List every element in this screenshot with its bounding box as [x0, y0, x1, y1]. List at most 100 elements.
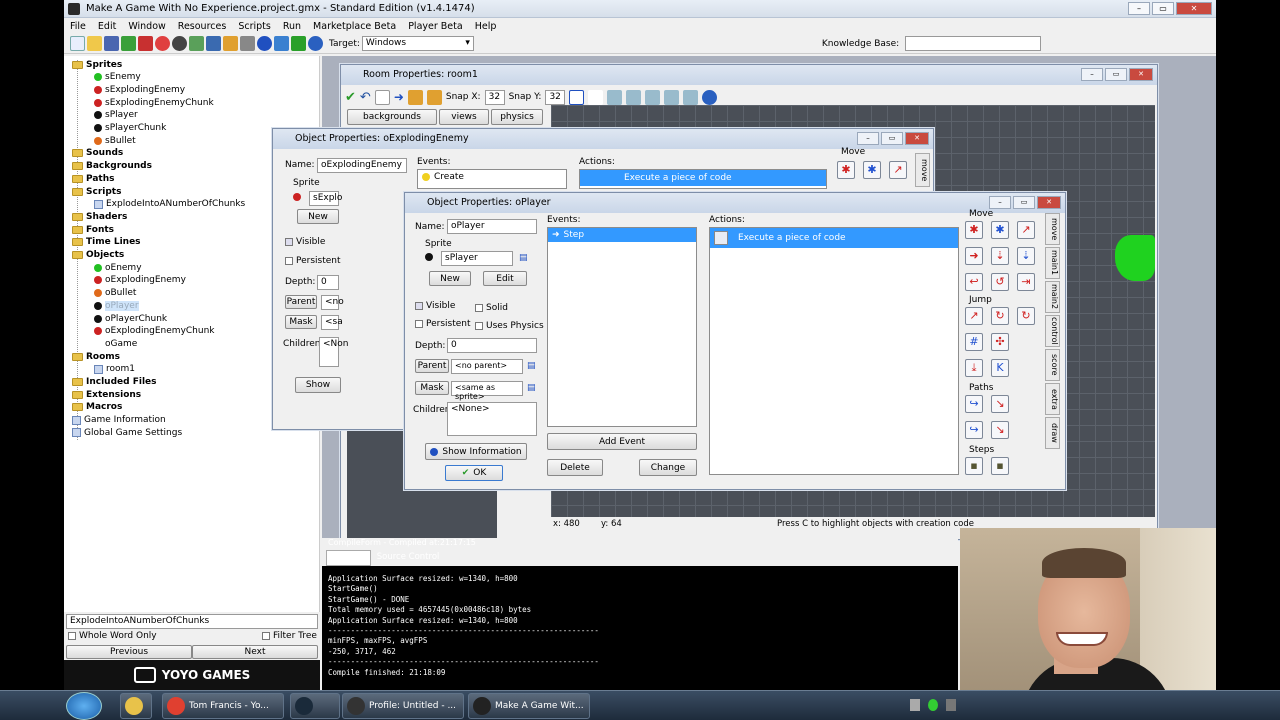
action-item[interactable]: Execute a piece of code	[580, 170, 826, 186]
tree-folder[interactable]: Sounds	[72, 147, 123, 160]
minimize-button[interactable]: –	[989, 196, 1011, 209]
visible-checkbox[interactable]: Visible	[285, 237, 325, 247]
action-icon[interactable]: ⇣	[1017, 247, 1035, 265]
new-sprite-button[interactable]: New	[297, 209, 339, 224]
action-icon[interactable]: ↗	[1017, 221, 1035, 239]
shift-icon[interactable]: ➜	[394, 90, 404, 104]
close-button[interactable]: ✕	[1037, 196, 1061, 209]
tree-item[interactable]: oEnemy	[94, 261, 142, 274]
tree-folder[interactable]: Rooms	[72, 350, 120, 363]
tree-item[interactable]: oPlayer	[94, 299, 139, 312]
tab-move[interactable]: move	[1045, 213, 1060, 245]
minimize-button[interactable]: –	[1081, 68, 1103, 81]
room-icon[interactable]	[274, 36, 289, 51]
new-sprite-button[interactable]: New	[429, 271, 471, 286]
tab-extra[interactable]: extra	[1045, 383, 1060, 415]
parent-select[interactable]: <no	[321, 295, 344, 310]
close-button[interactable]: ✕	[905, 132, 929, 145]
menu-item-scripts[interactable]: Scripts	[238, 21, 271, 32]
next-button[interactable]: Next	[192, 645, 318, 659]
whole-word-checkbox[interactable]: Whole Word Only	[68, 631, 157, 641]
move-towards-icon[interactable]: ↗	[889, 161, 907, 179]
help-icon[interactable]	[308, 36, 323, 51]
sprite-select[interactable]: sExplo	[309, 191, 342, 206]
taskbar-chrome-button[interactable]: Tom Francis - Yo...	[162, 693, 284, 719]
checkmark-icon[interactable]: ✔	[345, 90, 356, 105]
tree-folder[interactable]: Extensions	[72, 388, 141, 401]
tree-item[interactable]: sPlayer	[94, 109, 138, 122]
undo-icon[interactable]: ↶	[360, 90, 371, 105]
ok-button[interactable]: ✔ OK	[445, 465, 503, 481]
move-fixed-icon[interactable]: ✱	[837, 161, 855, 179]
run-icon[interactable]	[121, 36, 136, 51]
tree-folder[interactable]: Time Lines	[72, 236, 141, 249]
tree-item[interactable]: Game Information	[72, 414, 166, 427]
sprite-menu-icon[interactable]: ▤	[519, 253, 528, 263]
tab-backgrounds[interactable]: backgrounds	[347, 109, 437, 125]
snap-y-input[interactable]: 32	[545, 89, 566, 105]
tree-item[interactable]: oPlayerChunk	[94, 312, 167, 325]
font-icon[interactable]	[240, 36, 255, 51]
action-item[interactable]: Execute a piece of code	[710, 228, 958, 248]
add-icon[interactable]	[291, 36, 306, 51]
tab-main1[interactable]: main1	[1045, 247, 1060, 279]
taskbar-steam-button[interactable]	[290, 693, 340, 719]
target-select[interactable]: Windows ▾	[361, 36, 474, 51]
tray-icon[interactable]	[928, 699, 938, 711]
action-icon[interactable]: ➜	[965, 247, 983, 265]
maximize-button[interactable]: ▭	[1105, 68, 1127, 81]
event-item-step[interactable]: ➜ Step	[548, 228, 696, 242]
tree-folder[interactable]: Sprites	[72, 58, 122, 71]
tree-item[interactable]: sExplodingEnemyChunk	[94, 96, 214, 109]
tree-folder[interactable]: Included Files	[72, 376, 156, 389]
zoom-icon[interactable]	[607, 89, 623, 105]
maximize-button[interactable]: ▭	[1013, 196, 1035, 209]
snap-x-input[interactable]: 32	[484, 89, 505, 105]
tray-icon[interactable]	[910, 699, 920, 711]
tree-item[interactable]: sEnemy	[94, 71, 141, 84]
path-icon[interactable]	[206, 36, 221, 51]
menu-item-run[interactable]: Run	[283, 21, 301, 32]
menu-item-window[interactable]: Window	[128, 21, 165, 32]
move-free-icon[interactable]: ✱	[863, 161, 881, 179]
tab-physics[interactable]: physics	[491, 109, 543, 125]
previous-button[interactable]: Previous	[66, 645, 192, 659]
parent-select[interactable]: <no parent>	[451, 359, 523, 374]
object-icon[interactable]	[257, 36, 272, 51]
tree-folder[interactable]: Shaders	[72, 210, 127, 223]
help-icon[interactable]	[702, 89, 718, 105]
tab-control[interactable]: control	[1045, 315, 1060, 347]
mask-button[interactable]: Mask	[285, 315, 317, 329]
tray-icon[interactable]	[946, 699, 956, 711]
new-project-icon[interactable]	[70, 36, 85, 51]
grid-icon[interactable]	[569, 89, 585, 105]
show-information-button[interactable]: Show Information	[425, 443, 527, 460]
enemy-instance[interactable]	[1115, 235, 1155, 281]
action-icon[interactable]: #	[965, 333, 983, 351]
menu-item-resources[interactable]: Resources	[178, 21, 227, 32]
mask-button[interactable]: Mask	[415, 381, 449, 395]
zoom-out-icon[interactable]	[626, 89, 642, 105]
tab-compile[interactable]: Compile	[326, 550, 371, 566]
action-icon[interactable]: ↺	[991, 273, 1009, 291]
menu-item-edit[interactable]: Edit	[98, 21, 116, 32]
name-input[interactable]: oPlayer	[447, 219, 537, 234]
taskbar-folder-button[interactable]	[120, 693, 152, 719]
action-icon[interactable]: K	[991, 359, 1009, 377]
room-settings-icon[interactable]	[683, 89, 699, 105]
menu-item-player-beta[interactable]: Player Beta	[408, 21, 463, 32]
add-event-button[interactable]: Add Event	[547, 433, 697, 450]
mask-select[interactable]: <same as sprite>	[451, 381, 523, 401]
unlock-icon[interactable]	[426, 89, 442, 105]
menu-item-marketplace-beta[interactable]: Marketplace Beta	[313, 21, 396, 32]
mask-select[interactable]: <sa	[321, 315, 343, 330]
parent-button[interactable]: Parent	[285, 295, 317, 309]
action-icon[interactable]: ↩	[965, 273, 983, 291]
taskbar-gm-button[interactable]: Make A Game Wit...	[468, 693, 590, 719]
tree-item[interactable]: room1	[94, 363, 135, 376]
tree-folder[interactable]: Scripts	[72, 185, 121, 198]
solid-checkbox[interactable]: Solid	[475, 303, 508, 313]
taskbar-obs-button[interactable]: Profile: Untitled - ...	[342, 693, 464, 719]
tree-folder[interactable]: Macros	[72, 401, 122, 414]
action-icon[interactable]: ↗	[965, 307, 983, 325]
